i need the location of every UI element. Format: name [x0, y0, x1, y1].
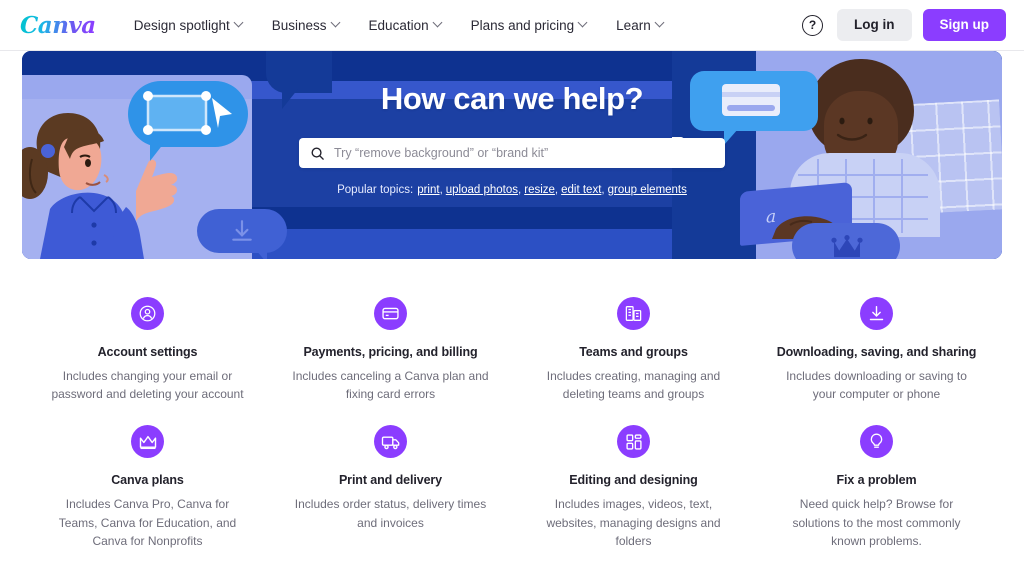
- popular-topic-edit-text[interactable]: edit text: [561, 184, 601, 196]
- log-in-button[interactable]: Log in: [837, 9, 912, 41]
- popular-topic-resize[interactable]: resize: [524, 184, 555, 196]
- card-description: Includes changing your email or password…: [51, 369, 244, 402]
- card-canva-plans[interactable]: Canva plans Includes Canva Pro, Canva fo…: [26, 425, 269, 550]
- card-title: Downloading, saving, and sharing: [776, 345, 977, 359]
- popular-topics: Popular topics: print, upload photos, re…: [337, 184, 687, 196]
- popular-topic-upload-photos[interactable]: upload photos: [446, 184, 518, 196]
- hero-title: How can we help?: [380, 81, 644, 116]
- card-teams-and-groups[interactable]: Teams and groups Includes creating, mana…: [512, 297, 755, 403]
- chevron-down-icon: [579, 19, 588, 28]
- chevron-down-icon: [235, 19, 244, 28]
- card-account-settings[interactable]: Account settings Includes changing your …: [26, 297, 269, 403]
- popular-topics-label: Popular topics:: [337, 184, 414, 196]
- nav-label: Business: [271, 17, 327, 33]
- buildings-icon: [617, 297, 650, 330]
- card-description: Includes Canva Pro, Canva for Teams, Can…: [58, 497, 237, 548]
- nav-item-business[interactable]: Business: [258, 10, 355, 41]
- search-bar[interactable]: [299, 138, 725, 168]
- card-title: Editing and designing: [569, 473, 698, 488]
- card-description: Includes canceling a Canva plan and fixi…: [292, 369, 489, 402]
- sign-up-button[interactable]: Sign up: [922, 9, 1006, 41]
- card-downloading-saving-sharing[interactable]: Downloading, saving, and sharing Include…: [755, 297, 998, 403]
- card-description: Includes downloading or saving to your c…: [786, 369, 967, 402]
- site-header: Canva Design spotlight Business Educatio…: [0, 0, 1024, 51]
- card-title: Account settings: [97, 345, 198, 359]
- nav-item-plans-and-pricing[interactable]: Plans and pricing: [457, 10, 603, 41]
- card-editing-and-designing[interactable]: Editing and designing Includes images, v…: [512, 425, 755, 550]
- card-print-and-delivery[interactable]: Print and delivery Includes order status…: [269, 425, 512, 550]
- nav-label: Education: [368, 17, 429, 33]
- lightbulb-icon: [860, 425, 893, 459]
- header-actions: ? Log in Sign up: [802, 9, 1006, 41]
- card-description: Need quick help? Browse for solutions to…: [792, 497, 961, 548]
- card-title: Print and delivery: [338, 473, 443, 488]
- hero-section: a How can we help? Try “remove backgroun…: [0, 51, 1024, 259]
- nav-label: Plans and pricing: [470, 17, 575, 33]
- nav-label: Design spotlight: [133, 17, 230, 33]
- chevron-down-icon: [434, 19, 443, 28]
- nav-item-design-spotlight[interactable]: Design spotlight: [120, 10, 258, 41]
- card-title: Fix a problem: [836, 473, 917, 488]
- search-icon: [311, 147, 324, 160]
- chevron-down-icon: [332, 19, 341, 28]
- canva-logo[interactable]: Canva: [20, 12, 102, 39]
- user-account-icon: [131, 297, 164, 330]
- credit-card-icon: [374, 297, 407, 330]
- chevron-down-icon: [656, 19, 665, 28]
- nav-item-education[interactable]: Education: [355, 10, 457, 41]
- card-description: Includes creating, managing and deleting…: [546, 369, 721, 402]
- nav-label: Learn: [616, 17, 651, 33]
- help-categories-grid: Account settings Includes changing your …: [0, 297, 1024, 550]
- download-icon: [860, 297, 893, 330]
- hero-content: How can we help? Popular topics: print, …: [22, 51, 1002, 259]
- main-navigation: Design spotlight Business Education Plan…: [120, 10, 679, 41]
- popular-topic-group-elements[interactable]: group elements: [608, 184, 687, 196]
- hero-banner: a How can we help? Try “remove backgroun…: [22, 51, 1002, 259]
- card-fix-a-problem[interactable]: Fix a problem Need quick help? Browse fo…: [755, 425, 998, 550]
- card-title: Canva plans: [111, 473, 184, 488]
- question-mark-icon[interactable]: ?: [802, 14, 823, 36]
- card-payments-pricing-billing[interactable]: Payments, pricing, and billing Includes …: [269, 297, 512, 403]
- delivery-truck-icon: [374, 425, 407, 459]
- grid-layout-icon: [617, 425, 650, 459]
- popular-topic-print[interactable]: print: [417, 184, 439, 196]
- crown-icon: [131, 425, 164, 459]
- card-description: Includes images, videos, text, websites,…: [546, 497, 721, 548]
- card-title: Teams and groups: [579, 345, 688, 359]
- card-title: Payments, pricing, and billing: [303, 345, 478, 359]
- search-input[interactable]: [334, 146, 714, 160]
- card-description: Includes order status, delivery times an…: [294, 497, 487, 530]
- nav-item-learn[interactable]: Learn: [602, 10, 679, 41]
